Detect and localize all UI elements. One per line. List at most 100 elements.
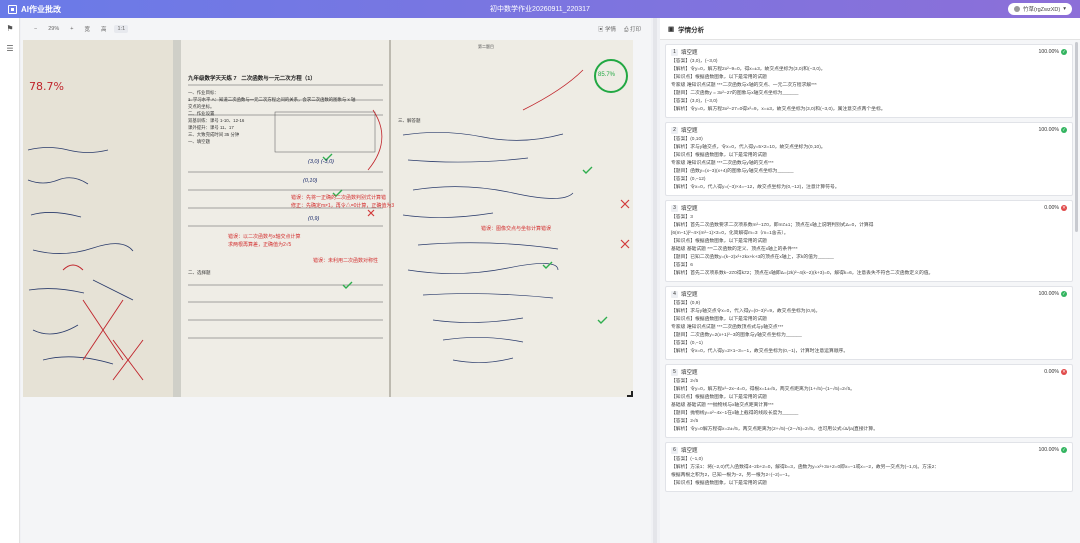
zoom-level: 29%: [48, 26, 60, 32]
menu-icon[interactable]: ☰: [0, 38, 20, 58]
analysis-line: 【解析】令x=0，代入得y=2×1−3=−1，故交点坐标为(0,−1)，计算时注…: [671, 349, 849, 354]
analysis-line: 【知识点】根据函数图象，以下是常用的试题: [671, 153, 767, 158]
app-logo[interactable]: AI作业批改: [8, 4, 61, 15]
score-value: 100.00%: [1038, 127, 1059, 133]
analysis-line: 【答案】(0,10): [671, 137, 703, 142]
image-viewer: − 29% + 宽 高 1:1 ▣ 学情 ⎙ 打印 78.7% 85.7% 九年…: [21, 18, 651, 543]
top-bar: AI作业批改 初中数学作业20260911_220317 竹草(rgZwzXD)…: [0, 0, 1080, 18]
grading-note-6: 错误：图像交点与坐标计算错误: [481, 226, 552, 232]
question-card[interactable]: 6 填空题 100.00% ✓ 【答案】(−1,0) 【解析】方法1：将(−2,0)代入函…: [665, 442, 1073, 492]
left-page-score: 78.7%: [29, 80, 64, 93]
question-type: 填空题: [681, 292, 698, 298]
analysis-line: 专家级 难知识点试题 ***二次函数与x轴的交点、一元二次方程求解***: [671, 83, 817, 88]
analysis-line: 【解析】方法1：将(−2,0)代入函数得4−2b+2=0，解得b=3，函数为y=…: [671, 465, 940, 470]
analysis-line: 【解析】首先二次函数要求二次项系数m²−1≠0，即m≠±1；顶点在x轴上说明判别…: [671, 223, 874, 228]
question-card[interactable]: 1 填空题 100.00% ✓ 【答案】(3,0)，(−3,0) 【解析】令y=0，解方程…: [665, 44, 1073, 118]
correct-check-icon: ✓: [1061, 127, 1067, 133]
analysis-panel-header: ▣ 学情分析: [660, 18, 1080, 40]
analysis-line: 基础级 基础试题 ***抛物线与x轴交点距离计算***: [671, 403, 774, 408]
print-label: 打印: [629, 26, 641, 33]
worksheet-section-choice: 二、选择题: [188, 270, 211, 275]
worksheet-section-1: 一、作业目标：: [188, 90, 219, 95]
question-card[interactable]: 3 填空题 0.00% ✕ 【答案】3 【解析】首先二次函数要求二次项系数m²−1≠0，即…: [665, 200, 1073, 282]
analysis-line: 【答案】(3,0)，(−3,0): [671, 99, 718, 104]
analysis-line: 【知识点】根据函数图象，以下是常用的试题: [671, 239, 767, 244]
fit-width-button[interactable]: 宽: [81, 24, 93, 34]
question-card-header: 3 填空题 0.00% ✕: [671, 204, 1067, 212]
question-card[interactable]: 5 填空题 0.00% ✕ 【答案】2√5 【解析】令y=0，解方程x²−2x−4=0，得…: [665, 364, 1073, 438]
left-rail: ⚑ ☰: [0, 18, 20, 543]
incorrect-x-icon: ✕: [1061, 205, 1067, 211]
analysis-line: 【解析】令y=0，解方程3x²−27=0得x²=9，x=±3，故交点坐标为(3,…: [671, 107, 886, 112]
worksheet-goal-2: 交点的坐标。: [188, 104, 215, 109]
question-card-header: 4 填空题 100.00% ✓: [671, 290, 1067, 298]
analysis-line: 【答案】(0,9): [671, 301, 701, 306]
panel-splitter[interactable]: [653, 18, 657, 543]
analysis-panel-title: 学情分析: [678, 26, 705, 34]
zoom-out-button[interactable]: −: [31, 25, 40, 33]
worksheet-goals: 一、作业目标： 1. 学习水平 A：知道二次函数与一元二次方程之间的关系，会求二…: [188, 89, 383, 145]
analysis-toggle-button[interactable]: ▣ 学情: [598, 25, 616, 34]
question-card-header: 1 填空题 100.00% ✓: [671, 48, 1067, 56]
analysis-toggle-label: 学情: [605, 26, 617, 33]
question-score: 100.00% ✓: [1039, 447, 1067, 453]
analysis-line: 【知识点】根据函数图象，以下是常用的试题: [671, 317, 767, 322]
grading-note-5: 错误：未利用二次函数对称性: [313, 258, 379, 264]
right-page-header: 第二题目: [478, 44, 494, 49]
analysis-line: 专家级 难知识点试题 ***二次函数顶点式与y轴交点***: [671, 325, 784, 330]
analysis-line: 【知识点】根据函数图象，以下是常用的试题: [671, 75, 767, 80]
question-type: 填空题: [681, 50, 698, 56]
analysis-icon: ▣: [668, 25, 675, 33]
analysis-line: 【解析】求与y轴交点，令x=0，代入得y=5×2=10，故交点坐标为(0,10)…: [671, 145, 826, 150]
worksheet-title: 九年级数学天天练 7 二次函数与一元二次方程（1）: [188, 74, 316, 82]
viewer-toolbar: − 29% + 宽 高 1:1 ▣ 学情 ⎙ 打印: [21, 18, 651, 40]
question-type: 填空题: [681, 370, 698, 376]
question-type: 填空题: [681, 448, 698, 454]
worksheet-setting-3: 三、大致完成时间 35 分钟: [188, 132, 240, 137]
print-button[interactable]: ⎙ 打印: [624, 25, 641, 34]
homework-photo[interactable]: 78.7% 85.7% 九年级数学天天练 7 二次函数与一元二次方程（1） 一、…: [23, 40, 633, 397]
analysis-line: 【答案】(0,−12): [671, 177, 706, 182]
worksheet-title-part-1: 九年级数学天天练 7: [188, 76, 237, 82]
analysis-line: 【题目】二次函数y=2(x+1)²−3的图象与y轴交点坐标为______: [671, 333, 802, 338]
flag-icon[interactable]: ⚑: [0, 18, 20, 38]
question-card[interactable]: 4 填空题 100.00% ✓ 【答案】(0,9) 【解析】求与y轴交点令x=0，代入得y…: [665, 286, 1073, 360]
right-page-score: 85.7%: [598, 72, 616, 78]
fit-height-button[interactable]: 高: [98, 24, 110, 34]
analysis-line: 【答案】(−1,0): [671, 457, 703, 462]
question-score: 0.00% ✕: [1044, 205, 1067, 211]
worksheet-section-solve: 三、解答题: [398, 118, 421, 123]
resize-handle[interactable]: [627, 391, 633, 397]
actual-size-button[interactable]: 1:1: [114, 25, 129, 33]
zoom-in-button[interactable]: +: [67, 25, 76, 33]
question-card-header: 2 填空题 100.00% ✓: [671, 126, 1067, 134]
question-score: 0.00% ✕: [1044, 369, 1067, 375]
document-title: 初中数学作业20260911_220317: [490, 6, 590, 13]
analysis-line: 专家级 难知识点试题 ***二次函数与y轴的交点***: [671, 161, 774, 166]
analysis-line: 基础级 基础试题 ***二次函数的定义、顶点在x轴上的条件***: [671, 247, 798, 252]
worksheet-setting-2: 课外提升：课号 11、17: [188, 125, 234, 130]
grading-note-3: 错误：以二次函数与x轴交点计算: [228, 234, 301, 240]
question-card-header: 5 填空题 0.00% ✕: [671, 368, 1067, 376]
analysis-line: 【题目】二次函数y = 3x²−27的图象与x轴交点坐标为______: [671, 91, 799, 96]
grading-note-4: 求两根再算差，正确值为2√5: [228, 242, 292, 248]
question-card-header: 6 填空题 100.00% ✓: [671, 446, 1067, 454]
analysis-line: 【解析】首先二次项系数k−2≠0得k≠2；顶点在x轴即Δ=(2k)²−4(k−2…: [671, 271, 934, 276]
analysis-line: 【答案】6: [671, 263, 693, 268]
correct-check-icon: ✓: [1061, 49, 1067, 55]
question-card[interactable]: 2 填空题 100.00% ✓ 【答案】(0,10) 【解析】求与y轴交点，令x=0，代入…: [665, 122, 1073, 196]
scrollbar[interactable]: [1075, 42, 1078, 232]
score-value: 0.00%: [1044, 205, 1059, 211]
analysis-panel: ▣ 学情分析 1 填空题 100.00% ✓ 【答案】(3,0)，(−3,0) 【解析】令…: [660, 18, 1080, 543]
handwritten-answer-2: (0,10): [303, 178, 318, 184]
analysis-line: 【答案】(3,0)，(−3,0): [671, 59, 718, 64]
user-menu[interactable]: 竹草(rgZwzXD) ▾: [1007, 3, 1072, 15]
correct-check-icon: ✓: [1061, 447, 1067, 453]
analysis-line: 【解析】令y=0，解方程2x²−9=0，得x=±3，故交点坐标为(3,0)和(−…: [671, 67, 826, 72]
handwritten-answer-3: (0,9): [308, 216, 320, 222]
worksheet-section-2: 二、作业设置: [188, 111, 215, 116]
question-score: 100.00% ✓: [1039, 49, 1067, 55]
avatar: [1013, 6, 1020, 12]
correct-check-icon: ✓: [1061, 291, 1067, 297]
score-value: 100.00%: [1038, 49, 1059, 55]
